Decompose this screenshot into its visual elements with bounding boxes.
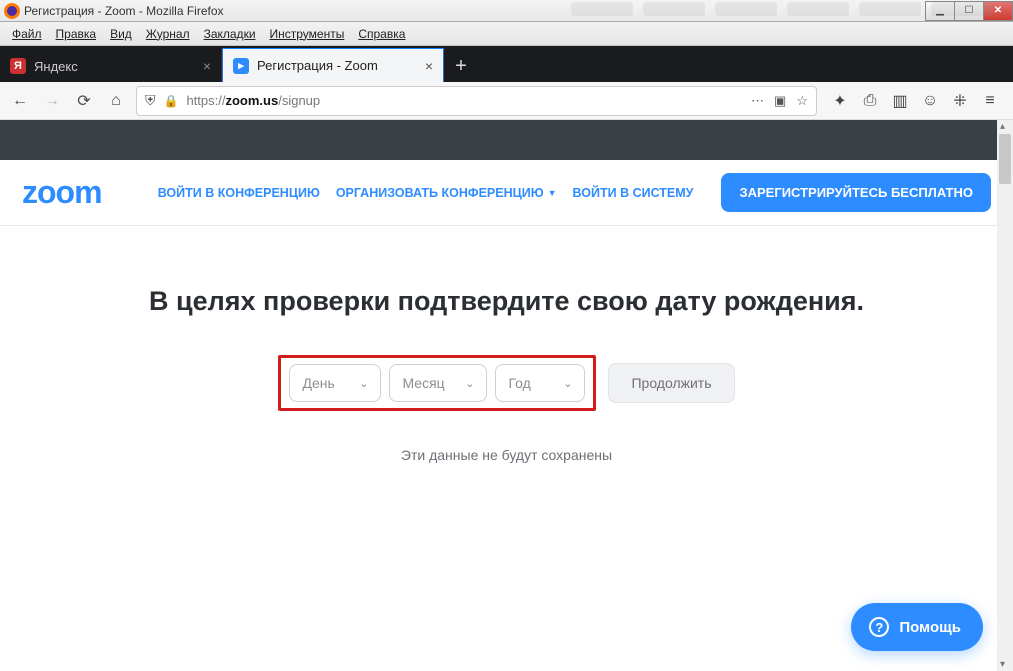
forward-button[interactable]: → bbox=[40, 89, 64, 113]
help-icon: ? bbox=[869, 617, 889, 637]
tab-label: Регистрация - Zoom bbox=[257, 58, 378, 73]
lock-icon[interactable]: 🔒 bbox=[164, 94, 179, 108]
address-bar[interactable]: ⛨ 🔒 https://zoom.us/signup ⋯ ▣ ☆ bbox=[136, 86, 817, 116]
back-button[interactable]: ← bbox=[8, 89, 32, 113]
url-text: https://zoom.us/signup bbox=[186, 93, 743, 108]
menu-edit[interactable]: Правка bbox=[50, 25, 103, 43]
browser-menubar: Файл Правка Вид Журнал Закладки Инструме… bbox=[0, 22, 1013, 46]
chevron-down-icon: ⌄ bbox=[465, 377, 474, 390]
new-tab-button[interactable]: + bbox=[444, 50, 478, 82]
menu-bookmarks[interactable]: Закладки bbox=[198, 25, 262, 43]
tracking-protection-icon[interactable]: ⛨ bbox=[145, 92, 156, 109]
favicon-yandex: Я bbox=[10, 58, 26, 74]
chevron-down-icon: ▼ bbox=[548, 188, 557, 198]
menu-history[interactable]: Журнал bbox=[140, 25, 196, 43]
page-top-band bbox=[0, 120, 1013, 160]
reader-mode-icon[interactable]: ▣ bbox=[774, 93, 786, 109]
page-viewport: zoom ВОЙТИ В КОНФЕРЕНЦИЮ ОРГАНИЗОВАТЬ КО… bbox=[0, 120, 1013, 671]
year-select[interactable]: Год ⌄ bbox=[495, 364, 585, 402]
day-placeholder: День bbox=[302, 375, 334, 391]
tab-yandex[interactable]: Я Яндекс × bbox=[0, 50, 222, 82]
extension-icon[interactable]: ✦ bbox=[831, 91, 849, 111]
library-icon[interactable]: ⎙ bbox=[861, 92, 879, 110]
home-button[interactable]: ⌂ bbox=[104, 89, 128, 113]
tab-zoom-signup[interactable]: ▸ Регистрация - Zoom × bbox=[222, 48, 444, 82]
nav-host-meeting[interactable]: ОРГАНИЗОВАТЬ КОНФЕРЕНЦИЮ ▼ bbox=[336, 186, 557, 200]
menu-icon[interactable]: ≡ bbox=[981, 92, 999, 110]
window-title: Регистрация - Zoom - Mozilla Firefox bbox=[24, 4, 224, 18]
account-icon[interactable]: ☺ bbox=[921, 92, 939, 110]
browser-toolbar: ← → ⟳ ⌂ ⛨ 🔒 https://zoom.us/signup ⋯ ▣ ☆… bbox=[0, 82, 1013, 120]
continue-button[interactable]: Продолжить bbox=[608, 363, 734, 403]
tab-label: Яндекс bbox=[34, 59, 78, 74]
month-placeholder: Месяц bbox=[402, 375, 444, 391]
help-label: Помощь bbox=[899, 619, 961, 636]
menu-tools[interactable]: Инструменты bbox=[264, 25, 351, 43]
site-header: zoom ВОЙТИ В КОНФЕРЕНЦИЮ ОРГАНИЗОВАТЬ КО… bbox=[0, 160, 1013, 226]
day-select[interactable]: День ⌄ bbox=[289, 364, 381, 402]
help-button[interactable]: ? Помощь bbox=[851, 603, 983, 651]
menu-view[interactable]: Вид bbox=[104, 25, 138, 43]
year-placeholder: Год bbox=[508, 375, 530, 391]
page-heading: В целях проверки подтвердите свою дату р… bbox=[40, 286, 973, 317]
chevron-down-icon: ⌄ bbox=[359, 377, 368, 390]
nav-join-meeting[interactable]: ВОЙТИ В КОНФЕРЕНЦИЮ bbox=[158, 186, 320, 200]
firefox-icon bbox=[4, 3, 20, 19]
nav-signin[interactable]: ВОЙТИ В СИСТЕМУ bbox=[573, 186, 694, 200]
reload-button[interactable]: ⟳ bbox=[72, 89, 96, 113]
bookmark-star-icon[interactable]: ☆ bbox=[796, 93, 808, 109]
chevron-down-icon: ⌄ bbox=[563, 377, 572, 390]
sidebar-icon[interactable]: ▥ bbox=[891, 91, 909, 111]
privacy-note: Эти данные не будут сохранены bbox=[40, 447, 973, 463]
menu-help[interactable]: Справка bbox=[352, 25, 411, 43]
dob-highlight-box: День ⌄ Месяц ⌄ Год ⌄ bbox=[278, 355, 596, 411]
favicon-zoom: ▸ bbox=[233, 58, 249, 74]
signup-free-button[interactable]: ЗАРЕГИСТРИРУЙТЕСЬ БЕСПЛАТНО bbox=[721, 173, 991, 212]
tab-strip: Я Яндекс × ▸ Регистрация - Zoom × + bbox=[0, 46, 1013, 82]
tab-close-icon[interactable]: × bbox=[425, 58, 433, 74]
page-actions-icon[interactable]: ⋯ bbox=[751, 93, 764, 109]
tab-close-icon[interactable]: × bbox=[203, 58, 211, 74]
month-select[interactable]: Месяц ⌄ bbox=[389, 364, 487, 402]
addons-icon[interactable]: ⁜ bbox=[951, 91, 969, 111]
zoom-logo[interactable]: zoom bbox=[22, 174, 102, 211]
menu-file[interactable]: Файл bbox=[6, 25, 48, 43]
